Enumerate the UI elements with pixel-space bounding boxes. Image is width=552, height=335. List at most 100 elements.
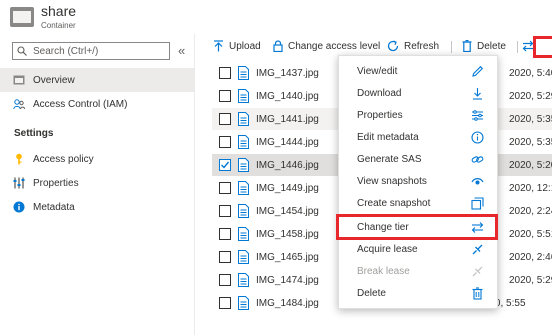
menu-item-label: Create snapshot <box>357 198 431 209</box>
eye-icon <box>471 178 484 185</box>
change-tier-highlight-box <box>336 214 498 240</box>
change-access-level-label: Change access level <box>288 40 381 52</box>
row-checkbox[interactable] <box>219 274 231 286</box>
row-checkbox[interactable] <box>219 205 231 217</box>
blob-modified: 2020, 2:46 <box>509 252 552 263</box>
row-checkbox[interactable] <box>219 136 231 148</box>
blob-modified: 2020, 5:29 <box>509 275 552 286</box>
row-checkbox[interactable] <box>219 297 231 309</box>
toolbar-divider <box>451 41 452 53</box>
key-icon <box>16 153 22 165</box>
info-icon <box>13 201 25 213</box>
blob-name[interactable]: IMG_1444.jpg <box>256 137 319 148</box>
file-icon <box>238 273 249 287</box>
delete-button[interactable]: Delete <box>462 40 506 52</box>
sidebar-item-overview[interactable]: Overview <box>0 68 194 92</box>
context-menu: View/edit Download Properties Edit metad… <box>338 55 498 309</box>
settings-section-heading: Settings <box>14 128 54 139</box>
snapshot-icon <box>471 197 484 210</box>
file-icon <box>238 227 249 241</box>
menu-item-properties[interactable]: Properties <box>339 105 497 127</box>
info-icon <box>471 131 484 144</box>
menu-item-view-snapshots[interactable]: View snapshots <box>339 171 497 193</box>
menu-item-label: Acquire lease <box>357 244 418 255</box>
menu-item-break-lease: Break lease <box>339 261 497 283</box>
sidebar-item-label: Properties <box>33 177 79 189</box>
row-checkbox[interactable] <box>219 90 231 102</box>
blob-name[interactable]: IMG_1437.jpg <box>256 68 319 79</box>
row-checkbox[interactable] <box>219 113 231 125</box>
file-icon <box>238 112 249 126</box>
sidebar-item-metadata[interactable]: Metadata <box>0 195 194 219</box>
menu-item-label: Download <box>357 88 402 99</box>
menu-item-acquire-lease[interactable]: Acquire lease <box>339 239 497 261</box>
lock-icon <box>273 40 283 52</box>
toolbar-divider <box>517 41 518 53</box>
refresh-label: Refresh <box>404 40 440 52</box>
sliders-icon <box>472 110 483 121</box>
upload-button[interactable]: Upload <box>213 40 261 52</box>
break-lease-icon <box>472 266 483 277</box>
sidebar-item-label: Access policy <box>33 153 94 165</box>
file-icon <box>238 158 249 172</box>
menu-item-download[interactable]: Download <box>339 83 497 105</box>
sidebar-item-access-control[interactable]: Access Control (IAM) <box>0 92 194 116</box>
search-box[interactable] <box>12 42 170 60</box>
blob-name[interactable]: IMG_1454.jpg <box>256 206 319 217</box>
file-icon <box>238 89 249 103</box>
menu-item-label: View snapshots <box>357 176 427 187</box>
row-checkbox[interactable] <box>219 228 231 240</box>
menu-item-generate-sas[interactable]: Generate SAS <box>339 149 497 171</box>
download-icon <box>473 88 482 100</box>
blob-name[interactable]: IMG_1449.jpg <box>256 183 319 194</box>
row-checkbox[interactable] <box>219 251 231 263</box>
blob-modified: 2020, 5:40 <box>509 68 552 79</box>
menu-item-label: Properties <box>357 110 403 121</box>
upload-icon <box>214 40 223 52</box>
menu-item-create-snapshot[interactable]: Create snapshot <box>339 193 497 215</box>
trash-icon <box>472 287 483 300</box>
blob-name[interactable]: IMG_1441.jpg <box>256 114 319 125</box>
menu-item-edit-metadata[interactable]: Edit metadata <box>339 127 497 149</box>
blob-name[interactable]: IMG_1484.jpg <box>256 298 319 309</box>
delete-label: Delete <box>477 40 506 52</box>
blob-modified: 2020, 5:35 <box>509 137 552 148</box>
file-icon <box>238 181 249 195</box>
refresh-button[interactable]: Refresh <box>387 40 439 52</box>
lease-icon <box>472 244 483 255</box>
blob-modified: 2020, 5:20 <box>509 160 552 171</box>
container-icon <box>10 7 34 27</box>
blade-header: share Container <box>0 0 552 34</box>
file-icon <box>238 204 249 218</box>
upload-label: Upload <box>229 40 261 52</box>
row-checkbox[interactable] <box>219 182 231 194</box>
container-icon <box>13 75 25 85</box>
blob-name[interactable]: IMG_1465.jpg <box>256 252 319 263</box>
blob-modified: 2020, 5:35 <box>509 114 552 125</box>
collapse-sidebar-button[interactable]: « <box>178 43 185 58</box>
sidebar-item-label: Overview <box>33 74 75 86</box>
sidebar: « Overview Access Control (IAM) Settings… <box>0 34 195 335</box>
search-input[interactable] <box>33 44 167 58</box>
blob-name[interactable]: IMG_1458.jpg <box>256 229 319 240</box>
pencil-icon <box>472 65 484 77</box>
menu-item-delete[interactable]: Delete <box>339 283 497 305</box>
link-icon <box>471 156 484 163</box>
sidebar-item-label: Access Control (IAM) <box>33 98 128 110</box>
blob-name[interactable]: IMG_1446.jpg <box>256 160 319 171</box>
blob-name[interactable]: IMG_1474.jpg <box>256 275 319 286</box>
row-checkbox[interactable] <box>219 67 231 79</box>
sidebar-item-access-policy[interactable]: Access policy <box>0 147 194 171</box>
blob-modified: 2020, 12:12 <box>509 183 552 194</box>
row-checkbox-checked[interactable] <box>219 159 231 171</box>
menu-item-label: View/edit <box>357 66 398 77</box>
menu-item-view-edit[interactable]: View/edit <box>339 61 497 83</box>
refresh-icon <box>387 40 399 52</box>
sidebar-item-properties[interactable]: Properties <box>0 171 194 195</box>
menu-item-label: Delete <box>357 288 386 299</box>
blob-name[interactable]: IMG_1440.jpg <box>256 91 319 102</box>
search-icon <box>17 46 27 56</box>
change-access-level-button[interactable]: Change access level <box>273 40 380 52</box>
file-icon <box>238 135 249 149</box>
change-tier-toolbar-highlight <box>533 36 552 58</box>
